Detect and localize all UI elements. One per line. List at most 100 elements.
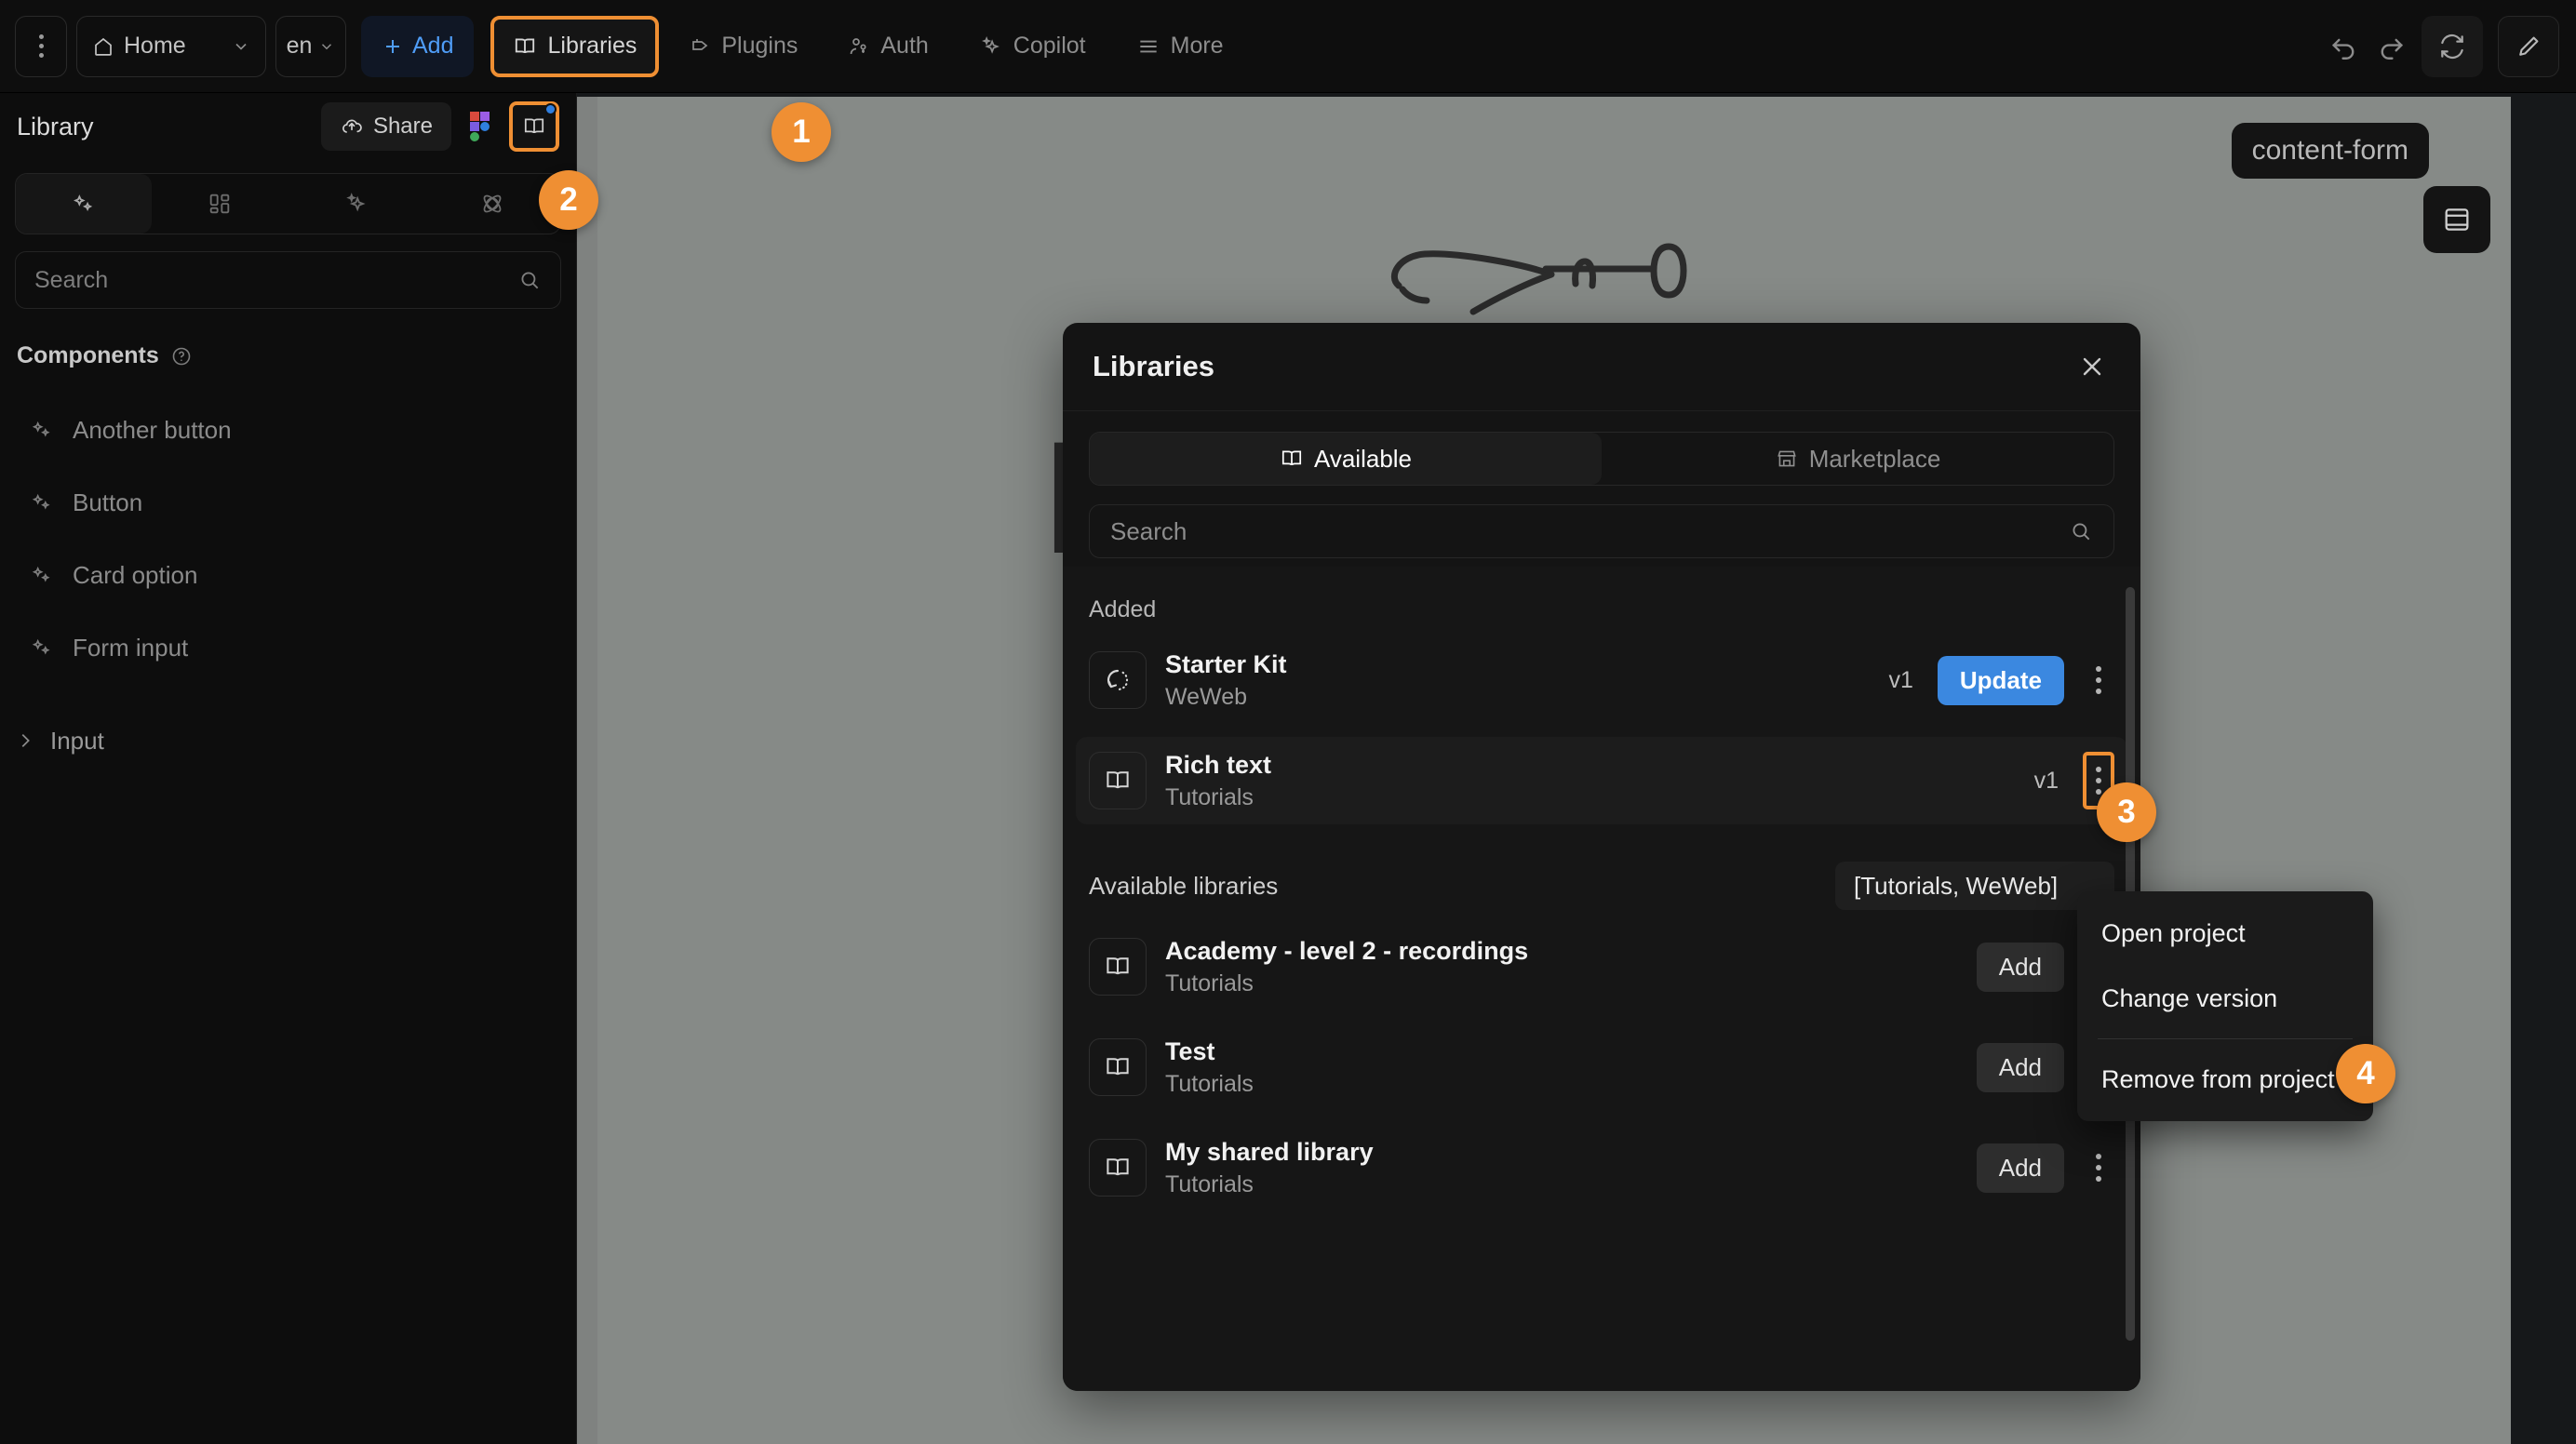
row-menu-button[interactable] — [2083, 656, 2114, 704]
tab-available[interactable]: Available — [1090, 433, 1602, 485]
table-row[interactable]: Starter Kit WeWeb v1 Update — [1076, 636, 2127, 724]
search-icon — [2069, 519, 2093, 543]
list-item[interactable]: Form input — [0, 611, 576, 684]
sidebar-header: Library Share — [0, 93, 576, 160]
list-group-label: Input — [50, 727, 104, 755]
add-library-button[interactable]: Add — [1977, 1043, 2064, 1092]
sidebar-search-input[interactable]: Search — [15, 251, 561, 309]
language-selector[interactable]: en — [275, 16, 346, 77]
library-author: Tutorials — [1165, 1171, 1958, 1198]
library-name: Test — [1165, 1037, 1958, 1066]
edit-button[interactable] — [2498, 16, 2559, 77]
undo-button[interactable] — [2328, 31, 2360, 62]
add-button-label: Add — [412, 33, 453, 60]
plus-icon — [382, 35, 404, 58]
book-icon — [1089, 752, 1147, 809]
question-circle-icon[interactable] — [170, 345, 193, 368]
library-panel-toggle[interactable] — [509, 101, 559, 152]
list-group-input[interactable]: Input — [0, 704, 576, 777]
nav-item-label: Auth — [880, 33, 928, 60]
add-library-button[interactable]: Add — [1977, 943, 2064, 992]
nav-item-label: Plugins — [721, 33, 798, 60]
share-button[interactable]: Share — [321, 102, 451, 151]
element-name-badge[interactable]: content-form — [2232, 123, 2429, 179]
page-selector[interactable]: Home — [76, 16, 266, 77]
libraries-button[interactable]: Libraries — [490, 16, 659, 77]
search-icon — [517, 268, 542, 292]
menu-item-remove-from-project[interactable]: Remove from project — [2077, 1047, 2373, 1112]
chevron-down-icon — [232, 37, 250, 56]
library-name: Academy - level 2 - recordings — [1165, 937, 1958, 966]
components-section-header: Components — [17, 342, 576, 369]
tab-label: Available — [1314, 445, 1412, 474]
library-version: v1 — [1888, 667, 1912, 694]
menu-item-change-version[interactable]: Change version — [2077, 966, 2373, 1031]
cloud-upload-icon — [340, 114, 364, 139]
available-section-header: Available libraries [Tutorials, WeWeb] — [1089, 862, 2114, 910]
row-menu-button[interactable] — [2083, 1143, 2114, 1192]
library-filter-select[interactable]: [Tutorials, WeWeb] — [1835, 862, 2114, 910]
list-item[interactable]: Another button — [0, 394, 576, 466]
list-item[interactable]: Button — [0, 466, 576, 539]
store-icon — [1775, 447, 1799, 471]
update-button[interactable]: Update — [1938, 656, 2064, 705]
table-row[interactable]: Rich text Tutorials v1 — [1076, 737, 2127, 824]
sidebar-tab-bar — [15, 173, 561, 234]
library-version: v1 — [2034, 768, 2059, 795]
modal-body: Added Starter Kit WeWeb v1 Update — [1063, 567, 2140, 1391]
modal-tabs: Available Marketplace — [1089, 432, 2114, 486]
book-icon — [513, 34, 537, 59]
modal-tabs-wrapper: Available Marketplace — [1063, 411, 2140, 486]
libraries-modal: Libraries Available — [1063, 323, 2140, 1391]
list-item[interactable]: Card option — [0, 539, 576, 611]
redo-button[interactable] — [2375, 31, 2407, 62]
book-icon — [1089, 938, 1147, 996]
added-section-title: Added — [1089, 596, 2140, 623]
add-button[interactable]: Add — [361, 16, 474, 77]
book-icon — [522, 114, 546, 139]
component-icon — [30, 418, 54, 442]
table-row[interactable]: My shared library Tutorials Add — [1076, 1124, 2127, 1211]
nav-item-more[interactable]: More — [1116, 16, 1244, 77]
nav-item-plugins[interactable]: Plugins — [668, 16, 818, 77]
sync-button[interactable] — [2422, 16, 2483, 77]
plugin-icon — [689, 35, 711, 58]
sidebar-tab-components[interactable] — [16, 174, 152, 234]
library-author: Tutorials — [1165, 1071, 1958, 1098]
library-info: Starter Kit WeWeb — [1165, 650, 1870, 711]
table-row[interactable]: Academy - level 2 - recordings Tutorials… — [1076, 923, 2127, 1010]
library-info: Test Tutorials — [1165, 1037, 1958, 1098]
step-badge-4: 4 — [2336, 1044, 2395, 1103]
library-name: Starter Kit — [1165, 650, 1870, 679]
sidebar-tab-grid[interactable] — [152, 174, 288, 234]
left-sidebar: Library Share — [0, 93, 577, 1444]
hamburger-icon — [1136, 34, 1161, 59]
menu-item-open-project[interactable]: Open project — [2077, 901, 2373, 966]
sidebar-search-placeholder: Search — [34, 267, 517, 294]
library-author: Tutorials — [1165, 970, 1958, 997]
modal-title: Libraries — [1093, 350, 2073, 383]
page-selector-label: Home — [124, 33, 222, 60]
add-library-button[interactable]: Add — [1977, 1143, 2064, 1193]
chevron-right-icon — [15, 730, 35, 751]
language-label: en — [287, 33, 313, 60]
home-icon — [92, 35, 114, 58]
app-root: Home en Add Libraries — [0, 0, 2576, 1444]
close-icon[interactable] — [2073, 348, 2111, 385]
nav-item-auth[interactable]: Auth — [827, 16, 948, 77]
library-author: Tutorials — [1165, 784, 2016, 811]
figma-icon[interactable] — [464, 108, 496, 145]
step-badge-3: 3 — [2097, 782, 2156, 842]
sidebar-tab-sparkles[interactable] — [288, 174, 424, 234]
table-row[interactable]: Test Tutorials Add — [1076, 1023, 2127, 1111]
sidebar-title: Library — [17, 113, 308, 141]
app-menu-button[interactable] — [15, 16, 67, 77]
nav-item-copilot[interactable]: Copilot — [959, 16, 1107, 77]
modal-header: Libraries — [1063, 323, 2140, 411]
refresh-dashed-icon — [1089, 651, 1147, 709]
layout-icon[interactable] — [2423, 186, 2490, 253]
book-icon — [1089, 1139, 1147, 1197]
sparkles-icon — [979, 34, 1003, 59]
modal-search-input[interactable]: Search — [1089, 504, 2114, 558]
tab-marketplace[interactable]: Marketplace — [1602, 433, 2113, 485]
